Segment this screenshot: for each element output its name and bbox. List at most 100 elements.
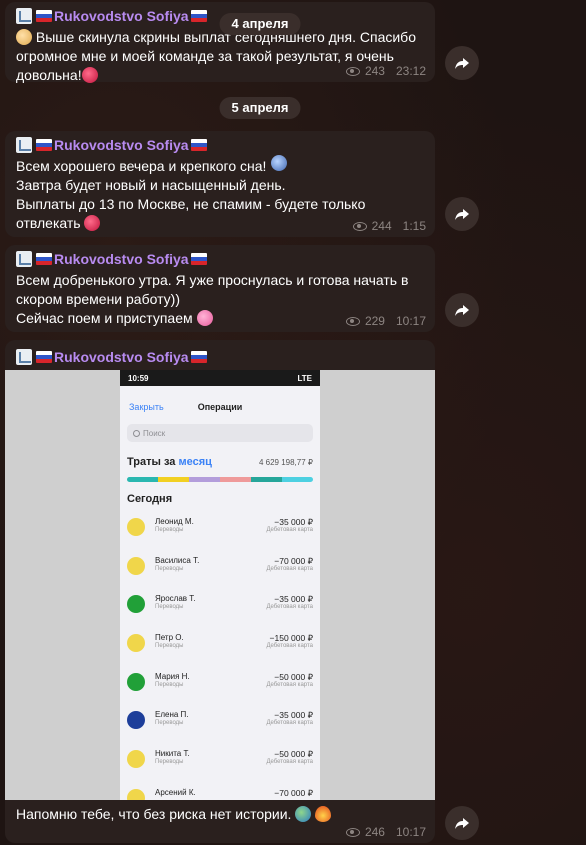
transaction-type: Переводы [155, 565, 184, 572]
chart-icon [16, 348, 32, 365]
message-bubble[interactable]: Rukovodstvo Sofiya Выше скинула скрины в… [5, 2, 435, 83]
message-time: 23:12 [395, 64, 426, 78]
phone-header: Закрыть Операции [120, 386, 320, 416]
date-divider: 4 апреля [219, 13, 301, 35]
phone-screenshot: 10:59 LTE Закрыть Операции Поиск Траты з… [120, 370, 320, 800]
eye-icon [345, 827, 360, 837]
forward-arrow-icon [455, 305, 469, 316]
message-bubble[interactable]: Rukovodstvo Sofiya Всем добренького утра… [5, 245, 435, 332]
date-divider: 5 апреля [219, 97, 301, 119]
forward-arrow-icon [455, 818, 469, 829]
fire-emoji-icon [315, 806, 332, 822]
transaction-card: Дебетовая карта [266, 681, 313, 688]
message-meta: 246 10:17 [345, 825, 426, 839]
search-placeholder: Поиск [143, 428, 166, 438]
phone-clock: 10:59 [128, 373, 149, 383]
phone-title: Операции [197, 402, 243, 412]
heart-emoji-icon [81, 67, 98, 83]
transaction-name: Леонид М. [155, 517, 194, 526]
russia-flag-icon [190, 253, 207, 265]
bank-icon [127, 711, 145, 730]
sender-name[interactable]: Rukovodstvo Sofiya [54, 251, 189, 267]
sender-name[interactable]: Rukovodstvo Sofiya [54, 137, 189, 153]
bank-icon [127, 595, 145, 614]
transaction-name: Петр О. [155, 633, 184, 643]
phone-network: LTE [297, 373, 312, 383]
firecracker-emoji-icon [84, 215, 101, 231]
bank-icon [127, 750, 145, 769]
transaction-name: Василиса Т. [155, 555, 200, 565]
view-count: 229 [364, 314, 385, 328]
forward-button[interactable] [445, 46, 479, 80]
spend-total: 4 629 198,77 ₽ [258, 457, 313, 467]
transaction-row: Никита Т. Переводы −50 000 ₽ Дебетовая карт… [120, 743, 320, 782]
russia-flag-icon [36, 139, 52, 151]
russia-flag-icon [36, 350, 52, 363]
eye-icon [345, 66, 360, 76]
today-label: Сегодня [127, 493, 173, 505]
chart-icon [16, 251, 32, 267]
transaction-card: Дебетовая карта [266, 720, 313, 727]
globe-emoji-icon [295, 806, 312, 822]
transaction-row: Елена П. Переводы −35 000 ₽ Дебетовая карта [120, 704, 320, 743]
transaction-card: Дебетовая карта [266, 604, 313, 611]
sender-name-row[interactable]: Rukovodstvo Sofiya [16, 250, 424, 268]
transaction-type: Переводы [155, 759, 184, 766]
message-meta: 244 1:15 [352, 219, 426, 233]
view-count: 243 [364, 64, 385, 78]
chart-icon [16, 137, 32, 153]
sender-name[interactable]: Rukovodstvo Sofiya [54, 349, 189, 365]
transaction-row: Ярослав Т. Переводы −35 000 ₽ Дебетовая кар… [120, 588, 320, 627]
heart-hands-emoji-icon [196, 310, 213, 326]
message-caption: Напомню тебе, что без риска нет истории. [16, 805, 332, 824]
sender-name-row[interactable]: Rukovodstvo Sofiya [16, 136, 424, 154]
transaction-type: Переводы [155, 527, 184, 533]
transaction-card: Дебетовая карта [266, 759, 313, 766]
eye-icon [352, 221, 367, 231]
forward-button[interactable] [445, 293, 479, 327]
transaction-name: Ярослав Т. [155, 594, 196, 604]
message-bubble[interactable]: Rukovodstvo Sofiya Всем хорошего вечера … [5, 131, 435, 237]
message-time: 1:15 [402, 219, 426, 233]
russia-flag-icon [36, 10, 52, 22]
transaction-row: Василиса Т. Переводы −70 000 ₽ Дебетовая ка… [120, 550, 320, 589]
transaction-type: Переводы [155, 681, 184, 688]
category-bar [127, 477, 313, 482]
sender-name-row[interactable]: Rukovodstvo Sofiya [5, 340, 435, 366]
transaction-name: Арсений К. [155, 787, 196, 797]
forward-arrow-icon [455, 58, 469, 69]
search-icon [133, 429, 140, 437]
phone-status-bar: 10:59 LTE [120, 370, 320, 386]
russia-flag-icon [190, 139, 207, 151]
category-segment [189, 477, 220, 482]
transaction-row: Мария Н. Переводы −50 000 ₽ Дебетовая карта [120, 666, 320, 705]
transaction-type: Переводы [155, 643, 184, 650]
transaction-list: Леонид М. Переводы −35 000 ₽ Дебетовая карт… [120, 511, 320, 800]
sender-name[interactable]: Rukovodstvo Sofiya [54, 8, 189, 24]
forward-button[interactable] [445, 806, 479, 840]
eye-icon [345, 316, 360, 326]
spend-title: Траты за месяц [127, 456, 212, 468]
view-count: 244 [371, 219, 392, 233]
forward-button[interactable] [445, 197, 479, 231]
bank-icon [127, 634, 145, 653]
category-segment [251, 477, 282, 482]
transaction-name: Никита Т. [155, 749, 190, 759]
bank-icon [127, 672, 145, 691]
transaction-type: Переводы [155, 720, 184, 727]
transaction-row: Арсений К. −70 000 ₽ [120, 782, 320, 800]
message-time: 10:17 [395, 314, 426, 328]
category-segment [282, 477, 313, 482]
transaction-name: Мария Н. [155, 671, 190, 681]
message-text: Всем хорошего вечера и крепкого сна! Зав… [16, 158, 366, 231]
category-segment [220, 477, 251, 482]
russia-flag-icon [190, 10, 207, 22]
message-time: 10:17 [395, 825, 426, 839]
bank-icon [127, 518, 145, 536]
transaction-row: Леонид М. Переводы −35 000 ₽ Дебетовая карт… [120, 511, 320, 550]
message-photo[interactable]: 10:59 LTE Закрыть Операции Поиск Траты з… [5, 370, 435, 800]
bank-icon [127, 556, 145, 575]
phone-search-field: Поиск [127, 424, 313, 442]
message-meta: 243 23:12 [345, 64, 426, 78]
message-meta: 229 10:17 [345, 314, 426, 328]
